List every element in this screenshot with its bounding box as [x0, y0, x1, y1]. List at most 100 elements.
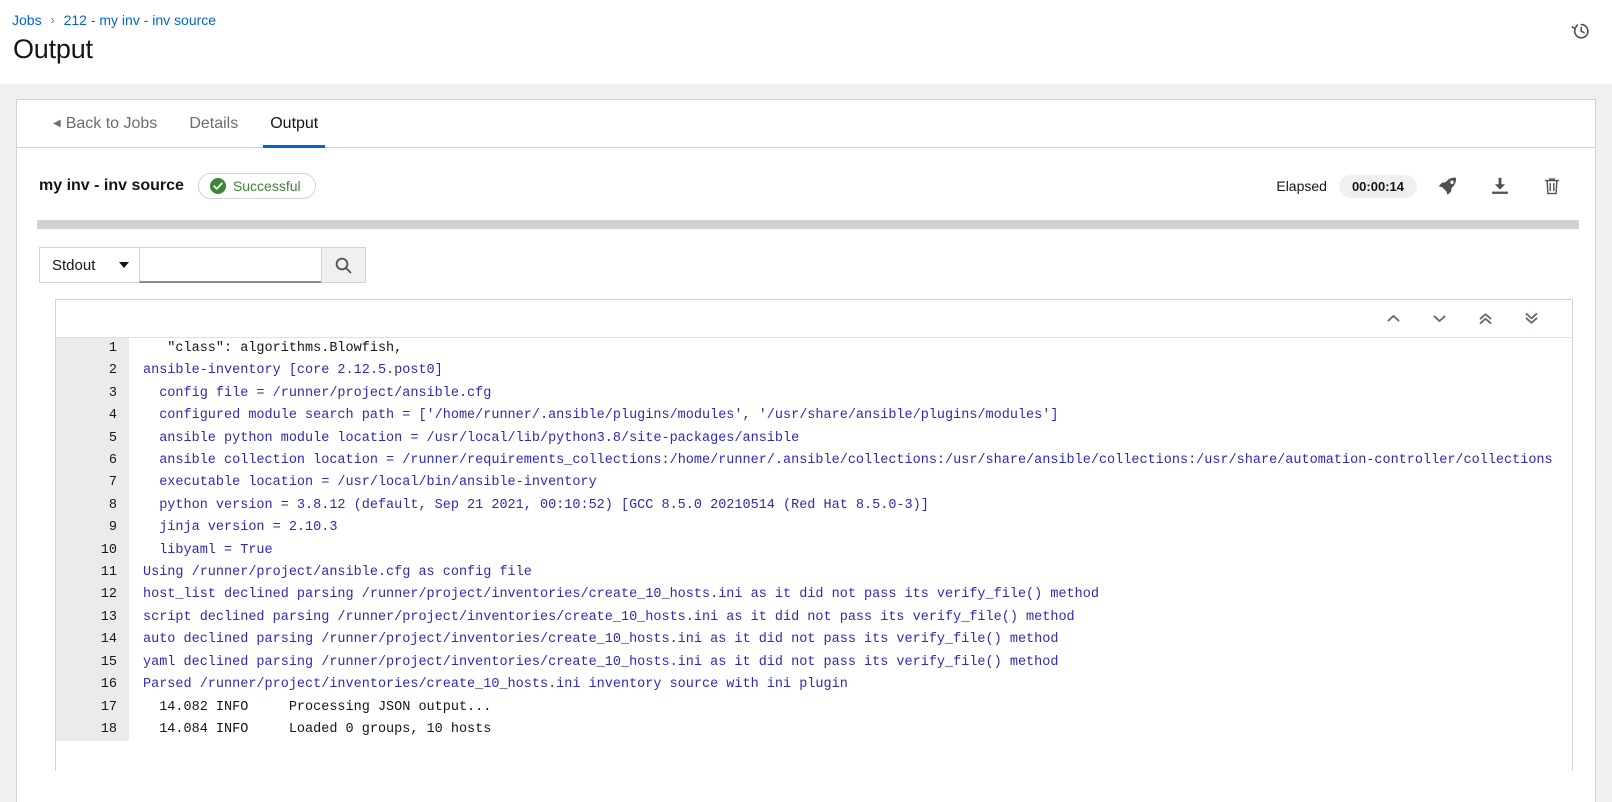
log-line: 7 executable location = /usr/local/bin/a… [56, 472, 1572, 494]
download-icon [1490, 176, 1510, 196]
breadcrumb: Jobs › 212 - my inv - inv source [12, 10, 1588, 30]
log-line-text: python version = 3.8.12 (default, Sep 21… [129, 495, 1572, 517]
log-line-number: 15 [56, 652, 129, 674]
log-line-text: script declined parsing /runner/project/… [129, 607, 1572, 629]
log-line-text: jinja version = 2.10.3 [129, 517, 1572, 539]
page-header: Jobs › 212 - my inv - inv source Output [0, 0, 1612, 84]
output-toolbar [56, 300, 1572, 338]
log-line-number: 17 [56, 697, 129, 719]
log-line-number: 5 [56, 428, 129, 450]
log-line: 12host_list declined parsing /runner/pro… [56, 584, 1572, 606]
log-line: 14auto declined parsing /runner/project/… [56, 629, 1572, 651]
status-badge: Successful [198, 173, 316, 199]
log-line-text: configured module search path = ['/home/… [129, 405, 1572, 427]
log-line-number: 16 [56, 674, 129, 696]
check-circle-icon [210, 178, 226, 194]
log-line: 17 14.082 INFO Processing JSON output... [56, 697, 1572, 719]
log-line-text: "class": algorithms.Blowfish, [129, 338, 1572, 360]
history-icon [1571, 21, 1591, 41]
breadcrumb-item-jobs[interactable]: Jobs [12, 11, 42, 29]
relaunch-button[interactable] [1427, 168, 1469, 204]
log-line-text: ansible python module location = /usr/lo… [129, 428, 1572, 450]
log-line-text: config file = /runner/project/ansible.cf… [129, 383, 1572, 405]
tab-bar: ◀ Back to Jobs Details Output [17, 100, 1595, 148]
status-badge-label: Successful [233, 178, 301, 194]
log-line: 8 python version = 3.8.12 (default, Sep … [56, 495, 1572, 517]
delete-button[interactable] [1531, 168, 1573, 204]
history-button[interactable] [1564, 14, 1598, 48]
log-line: 13script declined parsing /runner/projec… [56, 607, 1572, 629]
log-line-number: 7 [56, 472, 129, 494]
log-line: 2ansible-inventory [core 2.12.5.post0] [56, 360, 1572, 382]
log-line-text: executable location = /usr/local/bin/ans… [129, 472, 1572, 494]
log-line-number: 18 [56, 719, 129, 741]
scroll-last-button[interactable] [1508, 304, 1554, 334]
horizontal-scrollbar[interactable] [37, 220, 1579, 229]
log-line-text: host_list declined parsing /runner/proje… [129, 584, 1572, 606]
elapsed-value: 00:00:14 [1339, 175, 1417, 198]
log-line: 15yaml declined parsing /runner/project/… [56, 652, 1572, 674]
stdout-select-value: Stdout [52, 257, 115, 274]
search-icon [334, 256, 353, 275]
tab-back-to-jobs[interactable]: ◀ Back to Jobs [37, 100, 173, 147]
log-line-number: 4 [56, 405, 129, 427]
log-line: 1 "class": algorithms.Blowfish, [56, 338, 1572, 360]
log-line-number: 10 [56, 540, 129, 562]
log-line-number: 1 [56, 338, 129, 360]
scroll-next-button[interactable] [1416, 304, 1462, 334]
log-line-number: 13 [56, 607, 129, 629]
log-line-number: 6 [56, 450, 129, 472]
content-band: ◀ Back to Jobs Details Output my inv - i… [0, 84, 1612, 802]
log-body: 1 "class": algorithms.Blowfish,2ansible-… [56, 338, 1572, 741]
tab-details[interactable]: Details [173, 100, 254, 147]
scroll-first-button[interactable] [1462, 304, 1508, 334]
log-line-text: ansible collection location = /runner/re… [129, 450, 1572, 472]
breadcrumb-item-job[interactable]: 212 - my inv - inv source [64, 11, 217, 29]
rocket-icon [1438, 176, 1458, 196]
log-line: 10 libyaml = True [56, 540, 1572, 562]
log-line: 16Parsed /runner/project/inventories/cre… [56, 674, 1572, 696]
tab-output[interactable]: Output [254, 100, 334, 147]
search-button[interactable] [321, 247, 366, 283]
scroll-previous-button[interactable] [1370, 304, 1416, 334]
trash-icon [1542, 176, 1562, 196]
log-line-text: Parsed /runner/project/inventories/creat… [129, 674, 1572, 696]
stdout-select[interactable]: Stdout [39, 247, 139, 283]
filter-row: Stdout [17, 229, 1595, 299]
chevron-double-up-icon [1477, 310, 1494, 327]
log-line: 11Using /runner/project/ansible.cfg as c… [56, 562, 1572, 584]
log-line-text: ansible-inventory [core 2.12.5.post0] [129, 360, 1572, 382]
log-line-text: 14.082 INFO Processing JSON output... [129, 697, 1572, 719]
log-line-number: 9 [56, 517, 129, 539]
output-card: ◀ Back to Jobs Details Output my inv - i… [16, 99, 1596, 802]
search-input[interactable] [139, 247, 321, 283]
log-line-number: 11 [56, 562, 129, 584]
log-line-number: 12 [56, 584, 129, 606]
log-line-text: 14.084 INFO Loaded 0 groups, 10 hosts [129, 719, 1572, 741]
log-line-number: 14 [56, 629, 129, 651]
log-line: 18 14.084 INFO Loaded 0 groups, 10 hosts [56, 719, 1572, 741]
log-line-number: 2 [56, 360, 129, 382]
output-panel: 1 "class": algorithms.Blowfish,2ansible-… [55, 299, 1573, 771]
log-line-number: 8 [56, 495, 129, 517]
breadcrumb-separator: › [51, 11, 55, 29]
elapsed-label: Elapsed [1276, 178, 1327, 194]
chevron-double-down-icon [1523, 310, 1540, 327]
download-button[interactable] [1479, 168, 1521, 204]
chevron-down-icon [119, 262, 129, 268]
tab-back-to-jobs-label: Back to Jobs [66, 115, 158, 133]
log-line: 5 ansible python module location = /usr/… [56, 428, 1572, 450]
log-line: 4 configured module search path = ['/hom… [56, 405, 1572, 427]
chevron-left-icon: ◀ [53, 118, 61, 129]
job-header-row: my inv - inv source Successful Elapsed 0… [17, 148, 1595, 220]
job-name: my inv - inv source [39, 177, 184, 195]
log-line-text: Using /runner/project/ansible.cfg as con… [129, 562, 1572, 584]
log-line-text: auto declined parsing /runner/project/in… [129, 629, 1572, 651]
log-line-number: 3 [56, 383, 129, 405]
log-line: 6 ansible collection location = /runner/… [56, 450, 1572, 472]
page-title: Output [12, 32, 1588, 66]
log-line-text: yaml declined parsing /runner/project/in… [129, 652, 1572, 674]
log-line: 9 jinja version = 2.10.3 [56, 517, 1572, 539]
chevron-up-icon [1385, 310, 1402, 327]
log-line-text: libyaml = True [129, 540, 1572, 562]
